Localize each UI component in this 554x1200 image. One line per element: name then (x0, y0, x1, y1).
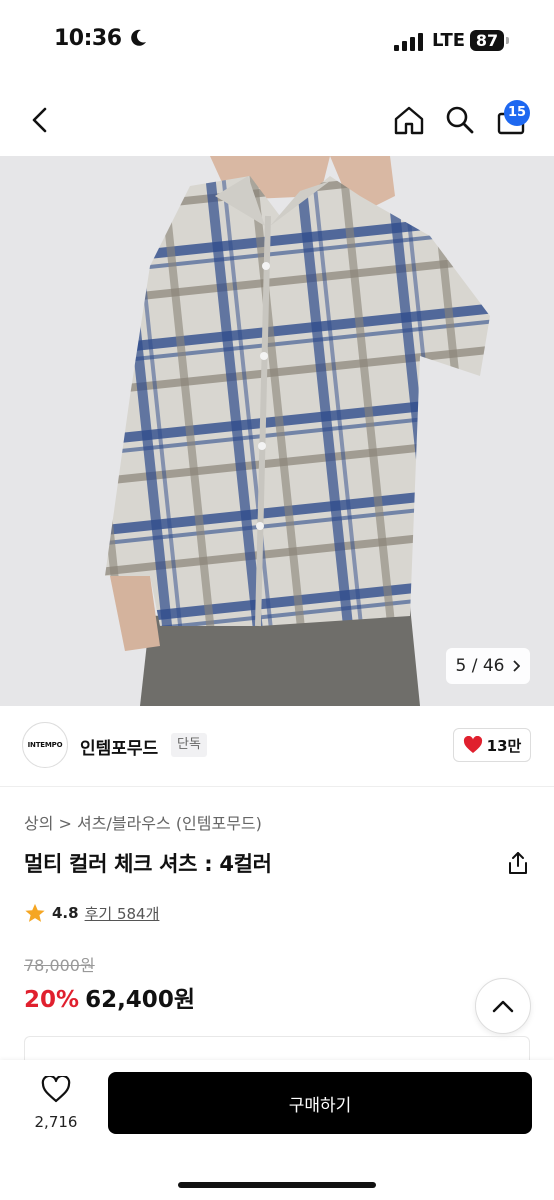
image-counter-text: 5 / 46 (455, 656, 505, 676)
signal-icon (394, 33, 423, 51)
home-indicator (178, 1182, 376, 1188)
bottom-action-bar: 2,716 구매하기 (0, 1060, 554, 1200)
home-button[interactable] (391, 102, 427, 138)
search-icon (446, 106, 474, 134)
status-time: 10:36 (54, 26, 122, 51)
search-button[interactable] (442, 102, 478, 138)
sale-price-row: 20% 62,400원 (24, 980, 195, 1014)
brand-like-count: 13만 (486, 736, 522, 755)
buy-button[interactable]: 구매하기 (108, 1072, 532, 1134)
plaid-shirt-photo (0, 156, 554, 706)
brand-row: INTEMPO 인템포무드 단독 13만 (0, 722, 554, 770)
divider (0, 786, 554, 787)
moon-icon (131, 29, 146, 46)
brand-name[interactable]: 인템포무드 (80, 734, 158, 759)
exclusive-badge: 단독 (171, 733, 207, 757)
cart-count-badge: 15 (504, 100, 530, 126)
buy-button-label: 구매하기 (288, 1095, 352, 1116)
rating-row: 4.8 후기 584개 (24, 902, 159, 924)
product-title: 멀티 컬러 체크 셔츠 : 4컬러 (24, 852, 272, 876)
chevron-right-icon (513, 660, 521, 672)
image-counter-button[interactable]: 5 / 46 (446, 648, 530, 684)
category-breadcrumb[interactable]: 상의 > 셔츠/블라우스 (인템포무드) (24, 810, 262, 834)
network-label: LTE (432, 30, 466, 51)
scroll-to-top-button[interactable] (475, 978, 531, 1034)
heart-outline-icon (41, 1074, 71, 1103)
product-image[interactable] (0, 156, 554, 706)
home-icon (394, 106, 424, 135)
chevron-up-icon (492, 1000, 514, 1013)
original-price: 78,000원 (24, 956, 95, 975)
discount-rate: 20% (24, 987, 80, 1013)
brand-like-button[interactable]: 13만 (453, 728, 531, 762)
star-icon (25, 903, 45, 922)
battery-icon: 87 (470, 30, 504, 51)
chevron-left-icon (32, 107, 47, 133)
back-button[interactable] (22, 102, 58, 138)
status-bar: 10:36 LTE 87 (0, 0, 554, 84)
wishlist-count: 2,716 (34, 1113, 78, 1131)
rating-score: 4.8 (52, 904, 79, 922)
heart-filled-icon (463, 736, 482, 753)
top-nav (0, 84, 554, 156)
brand-logo-text: INTEMPO (27, 741, 63, 749)
brand-logo[interactable]: INTEMPO (22, 722, 68, 768)
wishlist-button[interactable]: 2,716 (28, 1074, 84, 1131)
sale-price: 62,400원 (85, 987, 195, 1013)
review-link[interactable]: 후기 584개 (85, 903, 160, 924)
battery-tip (506, 37, 509, 44)
share-icon[interactable] (505, 850, 531, 876)
